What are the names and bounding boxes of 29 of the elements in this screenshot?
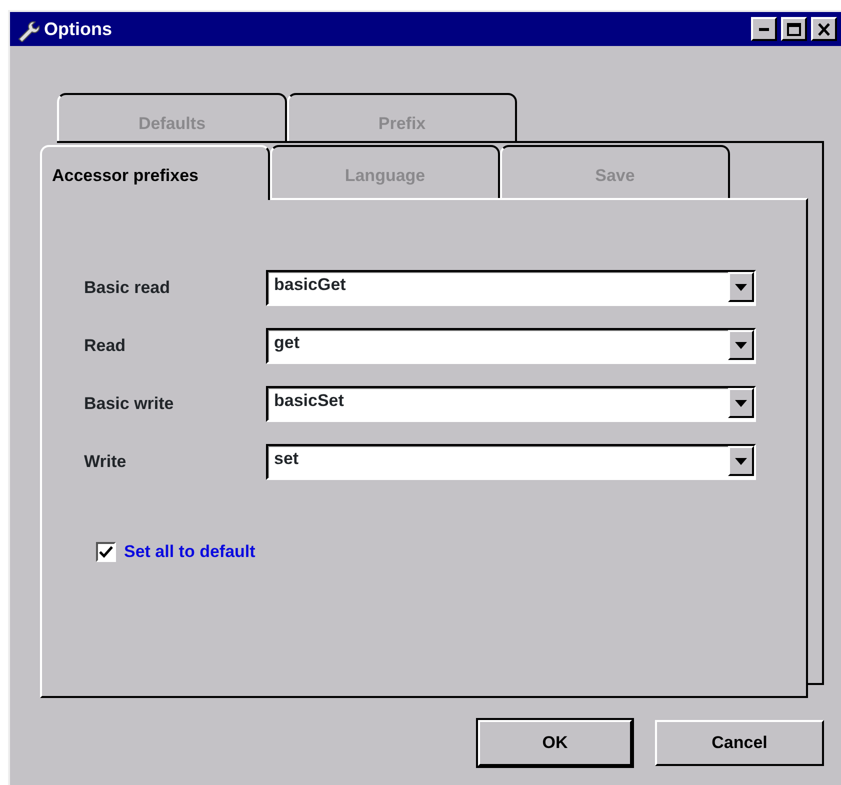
dialog-button[interactable]: Cancel xyxy=(655,720,824,766)
maximize-button[interactable] xyxy=(781,17,807,41)
dropdown-field[interactable]: basicSet xyxy=(266,386,756,422)
dropdown-arrow-button[interactable] xyxy=(728,388,754,418)
dropdown-arrow-button[interactable] xyxy=(728,446,754,476)
minimize-icon xyxy=(759,27,769,31)
caret-icon xyxy=(735,400,747,406)
dialog-button[interactable]: OK xyxy=(478,720,632,766)
window-title: Options xyxy=(44,18,112,41)
checkbox-label[interactable]: Set all to default xyxy=(124,539,256,564)
checkbox[interactable] xyxy=(96,542,116,562)
dropdown-field[interactable]: set xyxy=(266,444,756,480)
close-icon xyxy=(817,22,831,36)
caret-icon xyxy=(735,458,747,464)
field-label: Basic write xyxy=(84,393,175,416)
check-icon xyxy=(99,546,113,558)
field-label: Write xyxy=(84,451,128,474)
caret-icon xyxy=(735,342,747,348)
caret-icon xyxy=(735,284,747,290)
field-label: Read xyxy=(84,335,127,358)
dropdown-arrow-button[interactable] xyxy=(728,330,754,360)
maximize-icon xyxy=(787,22,801,36)
dropdown-field[interactable]: basicGet xyxy=(266,270,756,306)
tab[interactable]: Accessor prefixes xyxy=(40,145,270,200)
close-button[interactable] xyxy=(811,17,837,41)
minimize-button[interactable] xyxy=(751,17,777,41)
field-label: Basic read xyxy=(84,277,171,300)
dropdown-arrow-button[interactable] xyxy=(728,272,754,302)
dropdown-field[interactable]: get xyxy=(266,328,756,364)
